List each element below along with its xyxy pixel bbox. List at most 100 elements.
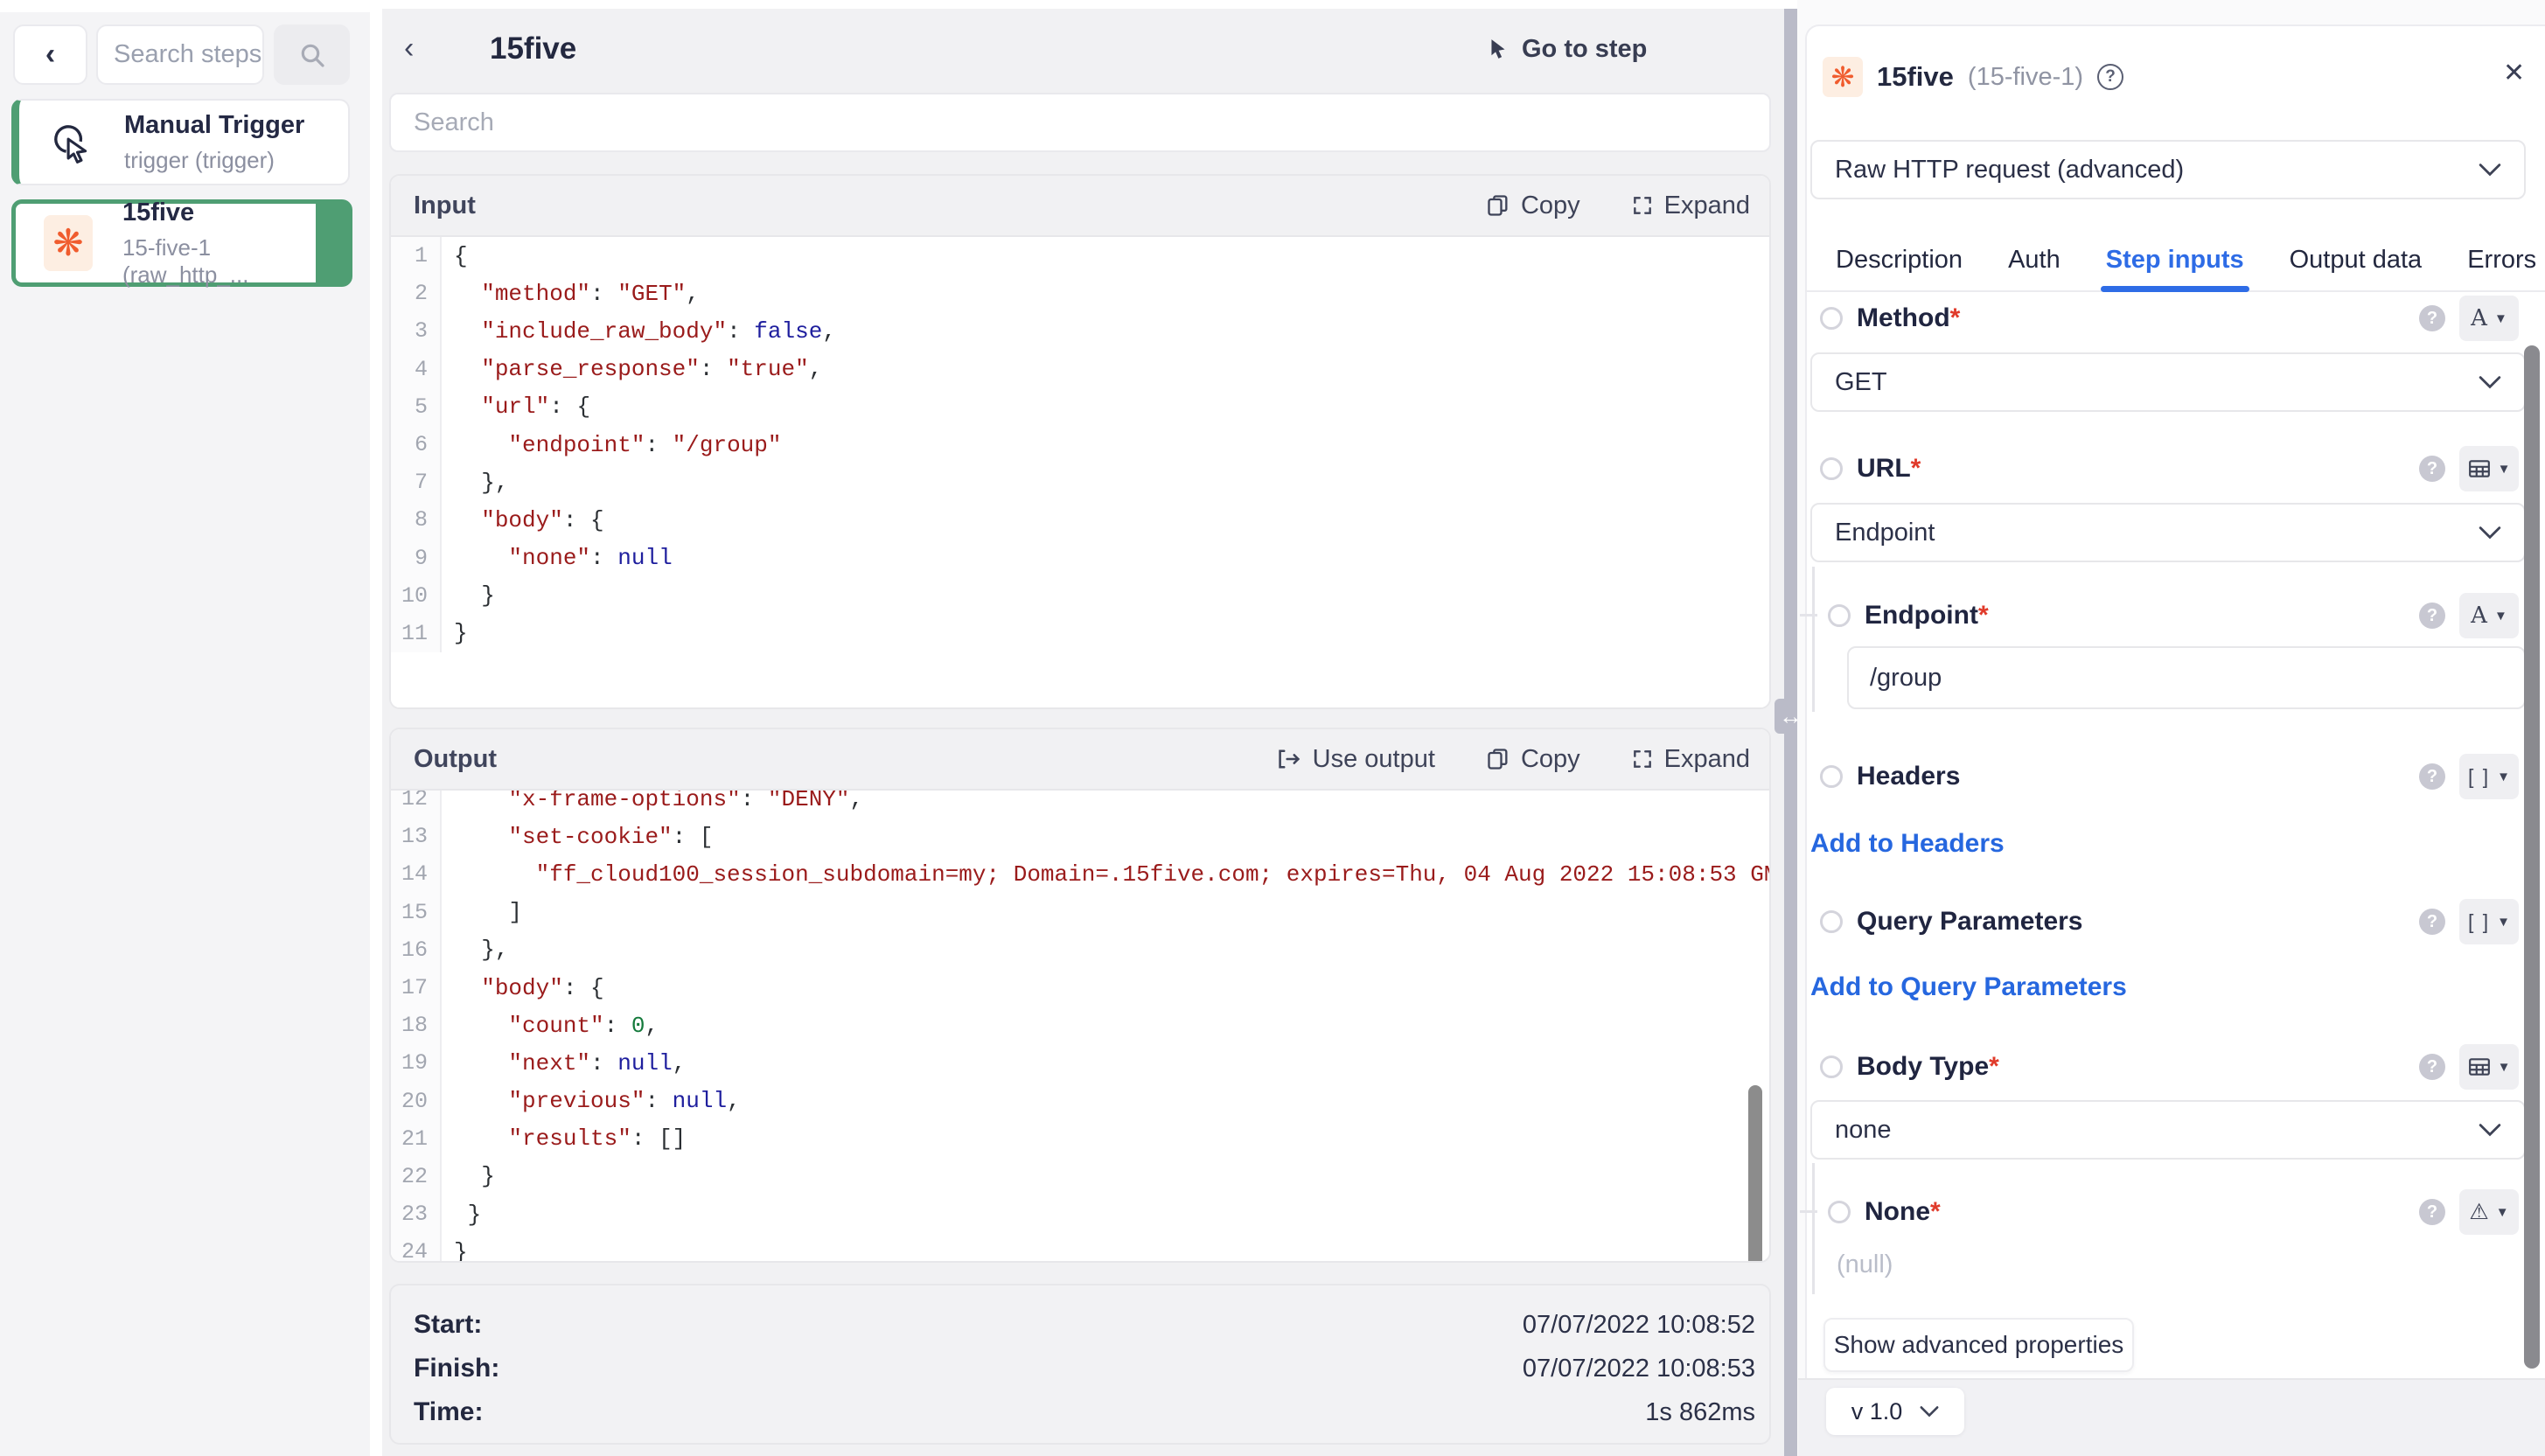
none-type-selector[interactable]: ⚠▼	[2459, 1189, 2519, 1235]
code-line: 22 }	[391, 1158, 1769, 1195]
nested-guide-dash	[1800, 614, 1817, 617]
sidebar-item-15five[interactable]: ❋ 15five 15-five-1 (raw_http_...	[11, 199, 352, 287]
url-select[interactable]: Endpoint	[1810, 503, 2526, 562]
headers-label: Headers	[1857, 762, 1960, 791]
step-subtitle: trigger (trigger)	[124, 147, 304, 174]
code-line: 20 "previous": null,	[391, 1083, 1769, 1120]
endpoint-label: Endpoint*	[1865, 601, 1989, 630]
none-placeholder-value[interactable]: (null)	[1837, 1250, 1893, 1279]
method-select[interactable]: GET	[1810, 352, 2526, 412]
panel-header: ❋ 15five (15-five-1) ?	[1823, 57, 2123, 97]
code-line: 16 },	[391, 931, 1769, 969]
add-to-query-params-link[interactable]: Add to Query Parameters	[1810, 972, 2127, 1002]
method-type-selector[interactable]: A▼	[2459, 296, 2519, 341]
field-help-icon[interactable]: ?	[2419, 603, 2445, 629]
finish-value: 07/07/2022 10:08:53	[1523, 1355, 1755, 1383]
sidebar-back-button[interactable]: ‹	[13, 24, 87, 85]
use-output-label: Use output	[1313, 745, 1435, 774]
15five-logo-icon: ❋	[44, 215, 93, 271]
body-type-type-selector[interactable]: ▼	[2459, 1044, 2519, 1090]
body-type-select[interactable]: none	[1810, 1100, 2526, 1160]
list-type-icon: [ ]	[2468, 765, 2490, 789]
input-code-area[interactable]: 1{2 "method": "GET",3 "include_raw_body"…	[391, 237, 1769, 709]
code-line: 10 }	[391, 577, 1769, 615]
code-line: 11}	[391, 615, 1769, 652]
input-label: Input	[414, 192, 476, 220]
field-circle-icon	[1820, 1055, 1843, 1078]
operation-select[interactable]: Raw HTTP request (advanced)	[1810, 140, 2526, 199]
finish-row: Finish: 07/07/2022 10:08:53	[414, 1347, 1755, 1390]
field-help-icon[interactable]: ?	[2419, 305, 2445, 331]
headers-field-row: Headers ? [ ]▼	[1820, 752, 2519, 801]
panel-tabs: Description Auth Step inputs Output data…	[1805, 229, 2545, 292]
query-params-type-selector[interactable]: [ ]▼	[2459, 899, 2519, 944]
search-steps-button[interactable]	[274, 24, 350, 85]
log-search-input[interactable]	[389, 93, 1771, 152]
required-asterisk: *	[1950, 303, 1961, 332]
search-steps-input[interactable]	[96, 24, 264, 85]
sidebar-item-manual-trigger[interactable]: Manual Trigger trigger (trigger)	[11, 99, 350, 185]
field-circle-icon	[1828, 1201, 1851, 1223]
panel-vertical-scrollbar[interactable]	[2524, 345, 2540, 1369]
url-type-selector[interactable]: ▼	[2459, 446, 2519, 491]
panel-step-id: (15-five-1)	[1968, 63, 2083, 92]
show-advanced-properties-button[interactable]: Show advanced properties	[1823, 1318, 2134, 1372]
output-vertical-scrollbar[interactable]	[1748, 1085, 1762, 1263]
chevron-left-icon: ‹	[404, 31, 414, 65]
output-code-area[interactable]: 12 "x-frame-options": "DENY",13 "set-coo…	[391, 791, 1769, 1263]
code-line: 8 "body": {	[391, 501, 1769, 539]
required-asterisk: *	[1930, 1197, 1941, 1226]
headers-type-selector[interactable]: [ ]▼	[2459, 754, 2519, 799]
help-icon[interactable]: ?	[2097, 64, 2123, 90]
copy-output-button[interactable]: Copy	[1486, 745, 1580, 774]
copy-input-button[interactable]: Copy	[1486, 192, 1580, 220]
start-label: Start:	[414, 1310, 482, 1340]
output-card-header: Output Use output Copy	[391, 729, 1769, 791]
expand-input-button[interactable]: Expand	[1631, 192, 1750, 220]
add-to-headers-link[interactable]: Add to Headers	[1810, 829, 2005, 859]
15five-logo-icon: ❋	[1823, 57, 1863, 97]
output-label: Output	[414, 745, 497, 774]
code-line: 9 "none": null	[391, 540, 1769, 577]
endpoint-type-selector[interactable]: A▼	[2459, 593, 2519, 638]
text-type-icon: A	[2471, 603, 2487, 629]
tab-step-inputs[interactable]: Step inputs	[2106, 229, 2244, 290]
expand-label: Expand	[1664, 192, 1750, 220]
warning-type-icon: ⚠	[2469, 1199, 2488, 1225]
code-line: 19 "next": null,	[391, 1044, 1769, 1082]
code-line: 18 "count": 0,	[391, 1007, 1769, 1044]
url-label: URL*	[1857, 454, 1921, 484]
text-type-icon: A	[2471, 305, 2487, 331]
endpoint-input[interactable]	[1847, 646, 2526, 709]
tab-errors[interactable]: Errors	[2467, 229, 2536, 290]
code-line: 23 }	[391, 1195, 1769, 1233]
query-params-label: Query Parameters	[1857, 907, 2083, 937]
body-type-value: none	[1835, 1116, 1892, 1145]
field-help-icon[interactable]: ?	[2419, 763, 2445, 790]
chevron-down-icon	[2479, 163, 2501, 177]
none-field-row: None* ? ⚠▼	[1828, 1188, 2519, 1237]
list-type-icon: [ ]	[2468, 910, 2490, 934]
field-help-icon[interactable]: ?	[2419, 1199, 2445, 1225]
field-circle-icon	[1820, 765, 1843, 788]
go-to-step-button[interactable]: Go to step	[1487, 35, 1647, 64]
field-help-icon[interactable]: ?	[2419, 909, 2445, 935]
use-output-button[interactable]: Use output	[1276, 745, 1435, 774]
search-steps-field	[96, 24, 264, 85]
copy-icon	[1486, 747, 1510, 771]
close-panel-button[interactable]: ✕	[2503, 58, 2525, 88]
tab-auth[interactable]: Auth	[2008, 229, 2060, 290]
tab-description[interactable]: Description	[1836, 229, 1963, 290]
field-help-icon[interactable]: ?	[2419, 456, 2445, 482]
expand-output-button[interactable]: Expand	[1631, 745, 1750, 774]
chevron-down-icon	[2479, 1123, 2501, 1137]
field-help-icon[interactable]: ?	[2419, 1054, 2445, 1080]
log-back-button[interactable]: ‹	[404, 31, 414, 66]
workflow-debugger-app: ‹ Manual Trigger trigger (trigger) ❋ 15f…	[0, 0, 2545, 1456]
code-line: 13 "set-cookie": [	[391, 818, 1769, 855]
dropdown-triangle-icon: ▼	[2498, 1060, 2511, 1075]
expand-icon	[1631, 194, 1654, 217]
version-select[interactable]: v 1.0	[1826, 1388, 1964, 1435]
chevron-left-icon: ‹	[45, 38, 55, 72]
tab-output-data[interactable]: Output data	[2290, 229, 2423, 290]
